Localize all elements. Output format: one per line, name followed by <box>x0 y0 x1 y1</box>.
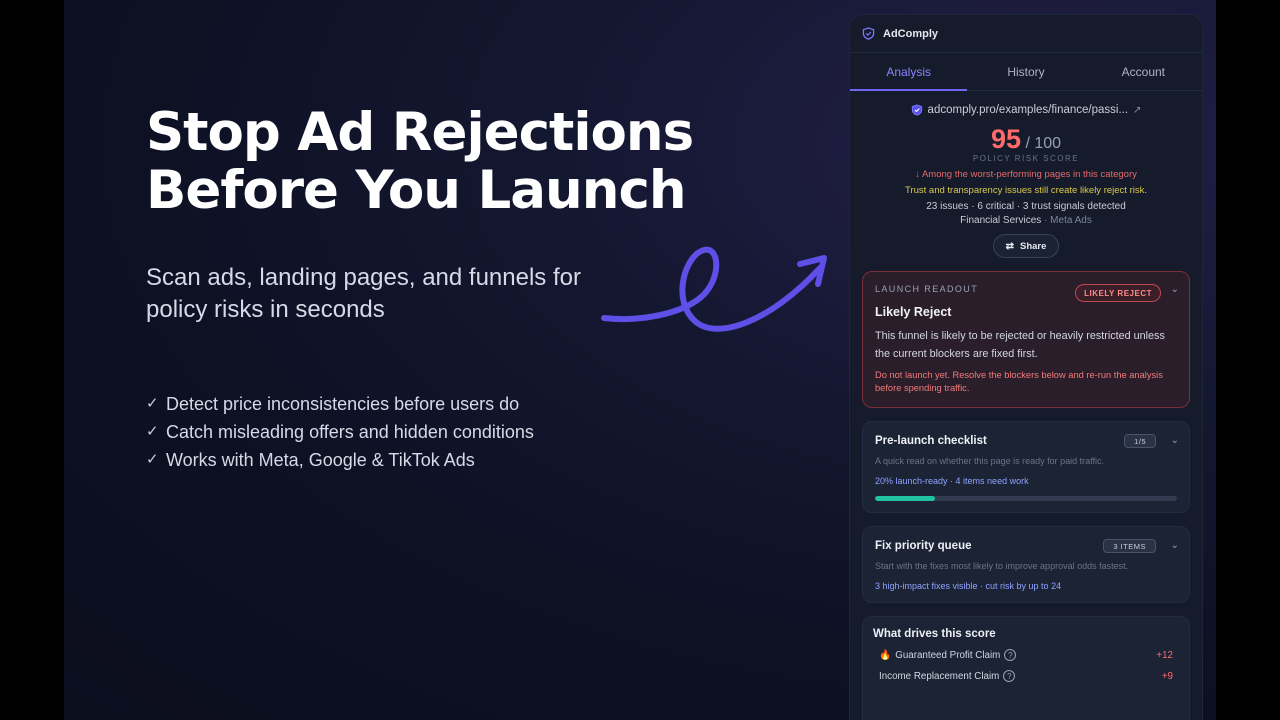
external-link-icon: ↗ <box>1133 104 1142 116</box>
launch-ready-progress-fill <box>875 496 936 501</box>
platform: · Meta Ads <box>1044 215 1092 226</box>
checklist-meta: 20% launch-ready · 4 items need work <box>875 476 1029 486</box>
risk-score-max: / 100 <box>1025 135 1062 152</box>
tab-account[interactable]: Account <box>1085 53 1202 90</box>
swirl-arrow-icon <box>601 246 827 332</box>
driver-name-wrap: 🔥 Guaranteed Profit Claim ? <box>879 649 1017 661</box>
launch-body: This funnel is likely to be rejected or … <box>875 330 1165 360</box>
tab-history[interactable]: History <box>967 53 1084 90</box>
help-icon[interactable]: ? <box>1004 649 1017 661</box>
brand-name: AdComply <box>883 27 938 40</box>
drivers-title: What drives this score <box>873 628 996 640</box>
chevron-down-icon[interactable]: ⌄ <box>1171 284 1179 295</box>
tab-analysis[interactable]: Analysis <box>850 53 968 91</box>
risk-score: 95 / 100 <box>850 124 1202 155</box>
driver-name: Income Replacement Claim <box>879 670 1000 682</box>
panel-header: AdComply <box>850 15 1202 53</box>
feature-item: ✓ Works with Meta, Google & TikTok Ads <box>146 446 534 474</box>
queue-meta: 3 high-impact fixes visible · cut risk b… <box>875 581 1062 591</box>
driver-name-wrap: Income Replacement Claim ? <box>879 670 1016 682</box>
checklist-desc: A quick read on whether this page is rea… <box>875 456 1104 466</box>
driver-value: +12 <box>1156 649 1173 661</box>
check-icon: ✓ <box>146 451 159 468</box>
help-icon[interactable]: ? <box>1003 670 1016 682</box>
score-drivers-card: What drives this score 🔥 Guaranteed Prof… <box>862 616 1190 720</box>
hero-title-line2: Before You Launch <box>146 160 687 221</box>
chevron-down-icon[interactable]: ⌄ <box>1171 540 1179 551</box>
letterbox-right <box>1216 0 1280 720</box>
shield-check-icon <box>911 104 922 116</box>
feature-list: ✓ Detect price inconsistencies before use… <box>146 390 534 474</box>
checklist-count-badge: 1/5 <box>1124 434 1156 448</box>
launch-title: Likely Reject <box>875 305 952 319</box>
hero-headline: Stop Ad Rejections Before You Launch <box>146 102 706 223</box>
fire-icon: 🔥 <box>879 649 892 661</box>
hero-title-line1: Stop Ad Rejections <box>146 102 694 163</box>
check-icon: ✓ <box>146 423 159 440</box>
queue-desc: Start with the fixes most likely to impr… <box>875 561 1129 571</box>
analyzed-url: adcomply.pro/examples/finance/passi... <box>927 104 1129 116</box>
category: Financial Services <box>960 215 1042 226</box>
launch-readout-card: LAUNCH READOUT LIKELY REJECT ⌄ Likely Re… <box>862 271 1190 408</box>
launch-ready-progress <box>875 496 1177 501</box>
checklist-card[interactable]: Pre-launch checklist 1/5 ⌄ A quick read … <box>862 421 1190 513</box>
check-icon: ✓ <box>146 395 159 412</box>
share-button[interactable]: ⇄ Share <box>992 234 1060 258</box>
risk-score-value: 95 <box>990 124 1021 154</box>
trust-note: Trust and transparency issues still crea… <box>905 185 1147 196</box>
likely-reject-badge: LIKELY REJECT <box>1075 284 1161 302</box>
share-wrap: ⇄ Share <box>850 234 1202 258</box>
analyzed-url-link[interactable]: adcomply.pro/examples/finance/passi... ↗ <box>850 104 1202 116</box>
tab-bar: Analysis History Account <box>850 53 1202 91</box>
driver-name: Guaranteed Profit Claim <box>895 649 1001 661</box>
hero-title-line2-highlight: Before You Launch <box>146 160 694 223</box>
feature-text: Catch misleading offers and hidden condi… <box>166 422 534 442</box>
queue-count-badge: 3 ITEMS <box>1103 539 1156 553</box>
feature-item: ✓ Detect price inconsistencies before use… <box>146 390 534 418</box>
feature-text: Detect price inconsistencies before user… <box>166 394 520 414</box>
driver-value: +9 <box>1161 670 1173 682</box>
driver-row: Income Replacement Claim ? +9 <box>873 670 1179 682</box>
launch-warning: Do not launch yet. Resolve the blockers … <box>875 370 1163 393</box>
risk-score-label: POLICY RISK SCORE <box>972 154 1080 163</box>
hero-subtitle: Scan ads, landing pages, and funnels for… <box>146 264 581 323</box>
letterbox-left <box>0 0 64 720</box>
shield-icon <box>862 27 875 40</box>
issues-summary: 23 issues · 6 critical · 3 trust signals… <box>926 201 1126 212</box>
chevron-down-icon[interactable]: ⌄ <box>1171 435 1179 446</box>
feature-text: Works with Meta, Google & TikTok Ads <box>166 450 475 470</box>
share-label: Share <box>1019 240 1047 252</box>
adcomply-panel: AdComply Analysis History Account adcomp… <box>849 14 1203 720</box>
category-line: Financial Services · Meta Ads <box>850 215 1202 226</box>
worst-performing-note: ↓ Among the worst-performing pages in th… <box>915 169 1137 180</box>
refresh-icon: ⇄ <box>1005 240 1014 252</box>
driver-row: 🔥 Guaranteed Profit Claim ? +12 <box>873 649 1179 661</box>
fix-queue-card[interactable]: Fix priority queue 3 ITEMS ⌄ Start with … <box>862 526 1190 603</box>
feature-item: ✓ Catch misleading offers and hidden cond… <box>146 418 534 446</box>
hero-stage: Stop Ad Rejections Before You Launch Sca… <box>64 0 1216 720</box>
